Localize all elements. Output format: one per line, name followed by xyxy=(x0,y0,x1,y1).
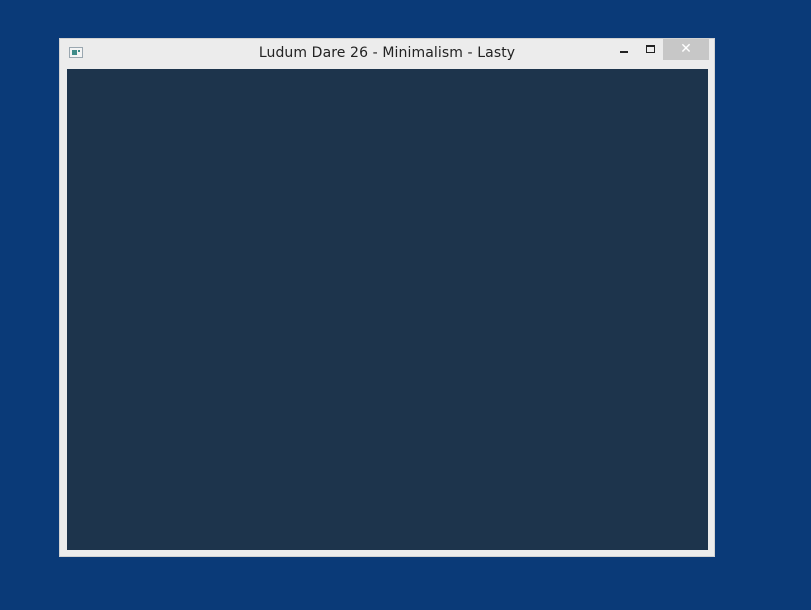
minimize-button[interactable] xyxy=(611,39,637,60)
game-canvas[interactable] xyxy=(67,69,708,550)
maximize-button[interactable] xyxy=(638,39,664,60)
minimize-icon xyxy=(620,51,628,53)
close-icon: ✕ xyxy=(680,41,692,57)
close-button[interactable]: ✕ xyxy=(663,39,709,60)
desktop-background: Ludum Dare 26 - Minimalism - Lasty ✕ xyxy=(0,0,811,610)
app-window[interactable]: Ludum Dare 26 - Minimalism - Lasty ✕ xyxy=(59,38,715,557)
window-titlebar[interactable]: Ludum Dare 26 - Minimalism - Lasty ✕ xyxy=(60,39,714,69)
maximize-icon xyxy=(646,45,655,53)
